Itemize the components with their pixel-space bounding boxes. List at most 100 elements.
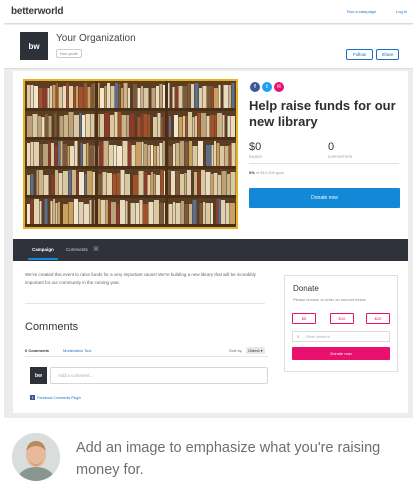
donate-now-button[interactable]: Donate now bbox=[249, 188, 400, 208]
facebook-comments-plugin-link[interactable]: f Facebook Comments Plugin bbox=[30, 395, 81, 400]
book-spine bbox=[211, 174, 213, 195]
campaign-hero-image bbox=[23, 79, 238, 229]
book-spine bbox=[141, 142, 144, 166]
book-spine bbox=[223, 85, 229, 108]
book-spine bbox=[199, 88, 202, 108]
book-spine bbox=[27, 85, 30, 108]
book-spine bbox=[157, 146, 159, 166]
bookshelf-image bbox=[25, 81, 236, 227]
book-spine bbox=[147, 145, 151, 166]
raised-label: RAISED bbox=[249, 155, 263, 159]
donate-amount-5[interactable]: $5 bbox=[292, 313, 316, 324]
follow-button[interactable]: Follow bbox=[346, 49, 373, 60]
book-spine bbox=[38, 116, 41, 137]
app-frame: betterworld Run a campaign Log in bw You… bbox=[4, 0, 413, 418]
book-spine bbox=[63, 204, 68, 224]
book-spine bbox=[130, 203, 136, 224]
book-spine bbox=[118, 112, 121, 137]
book-spine bbox=[85, 114, 91, 137]
org-logo[interactable]: bw bbox=[20, 32, 48, 60]
book-spine bbox=[122, 141, 128, 166]
book-spine bbox=[141, 86, 143, 108]
book-spine bbox=[43, 88, 47, 108]
book-spine bbox=[229, 85, 231, 108]
book-spine bbox=[48, 116, 52, 137]
book-spine bbox=[74, 141, 78, 166]
book-spine bbox=[86, 143, 89, 166]
moderation-tool-link[interactable]: Moderation Tool bbox=[63, 348, 91, 353]
book-spine bbox=[206, 145, 211, 166]
tab-comments[interactable]: Comments bbox=[66, 247, 88, 252]
book-spine bbox=[213, 173, 218, 195]
book-spine bbox=[227, 174, 230, 195]
book-spine bbox=[83, 144, 86, 166]
donate-amount-20[interactable]: $20 bbox=[366, 313, 390, 324]
book-spine bbox=[147, 175, 151, 195]
book-spine bbox=[45, 114, 48, 137]
book-spine bbox=[60, 141, 63, 166]
book-spine bbox=[98, 174, 102, 195]
book-spine bbox=[84, 204, 89, 224]
book-spine bbox=[113, 145, 117, 166]
run-campaign-link[interactable]: Run a campaign bbox=[347, 9, 376, 14]
book-spine bbox=[157, 113, 161, 137]
book-spine bbox=[87, 171, 92, 195]
book-spine bbox=[214, 115, 217, 137]
book-spine bbox=[151, 88, 156, 108]
book-spine bbox=[38, 88, 43, 108]
email-icon[interactable]: ✉ bbox=[274, 82, 284, 92]
book-spine bbox=[160, 170, 164, 195]
book-spine bbox=[51, 175, 55, 195]
book-spine bbox=[100, 88, 104, 108]
book-spine bbox=[207, 86, 211, 108]
book-spine bbox=[128, 88, 130, 108]
login-link[interactable]: Log in bbox=[396, 9, 407, 14]
book-spine bbox=[72, 170, 76, 195]
campaign-tabs: Campaign Comments 0 bbox=[13, 239, 408, 261]
sort-dropdown[interactable]: Oldest ▾ bbox=[246, 347, 265, 354]
book-spine bbox=[221, 171, 227, 195]
book-spine bbox=[227, 116, 231, 137]
book-spine bbox=[87, 87, 91, 108]
donate-amount-10[interactable]: $10 bbox=[330, 313, 354, 324]
comment-input[interactable]: Add a comment... bbox=[50, 367, 268, 384]
book-spine bbox=[58, 173, 63, 195]
book-spine bbox=[41, 117, 45, 137]
book-spine bbox=[66, 83, 69, 108]
brand-logo[interactable]: betterworld bbox=[11, 6, 63, 17]
twitter-icon[interactable]: t bbox=[262, 82, 272, 92]
book-spine bbox=[39, 170, 43, 195]
org-type-badge: Non-profit bbox=[56, 49, 82, 58]
book-spine bbox=[216, 143, 220, 166]
book-spine bbox=[48, 142, 51, 166]
book-spine bbox=[36, 170, 39, 195]
book-spine bbox=[178, 117, 183, 137]
book-spine bbox=[168, 146, 173, 166]
donate-submit-button[interactable]: Donate now bbox=[292, 347, 390, 360]
book-spine bbox=[144, 172, 147, 195]
book-spine bbox=[59, 116, 64, 137]
book-spine bbox=[58, 141, 60, 166]
facebook-icon[interactable]: f bbox=[250, 82, 260, 92]
book-spine bbox=[84, 174, 87, 195]
progress-goal: of $10,000 goal bbox=[254, 170, 284, 175]
facebook-icon: f bbox=[30, 395, 35, 400]
book-spine bbox=[137, 88, 141, 108]
book-spine bbox=[198, 141, 203, 166]
book-spine bbox=[231, 83, 235, 108]
book-spine bbox=[30, 174, 34, 195]
org-name[interactable]: Your Organization bbox=[56, 33, 136, 44]
book-spine bbox=[192, 117, 195, 137]
tab-campaign[interactable]: Campaign bbox=[28, 247, 58, 260]
book-spine bbox=[156, 175, 160, 195]
book-spine bbox=[129, 114, 135, 137]
other-amount-input[interactable]: $ Other amount bbox=[292, 331, 390, 342]
book-spine bbox=[118, 84, 121, 108]
book-spine bbox=[54, 146, 58, 166]
book-spine bbox=[55, 170, 58, 195]
book-spine bbox=[211, 145, 214, 166]
share-button[interactable]: Share bbox=[376, 49, 399, 60]
book-spine bbox=[180, 141, 184, 166]
book-spine bbox=[110, 86, 115, 108]
currency-prefix: $ bbox=[297, 334, 300, 339]
